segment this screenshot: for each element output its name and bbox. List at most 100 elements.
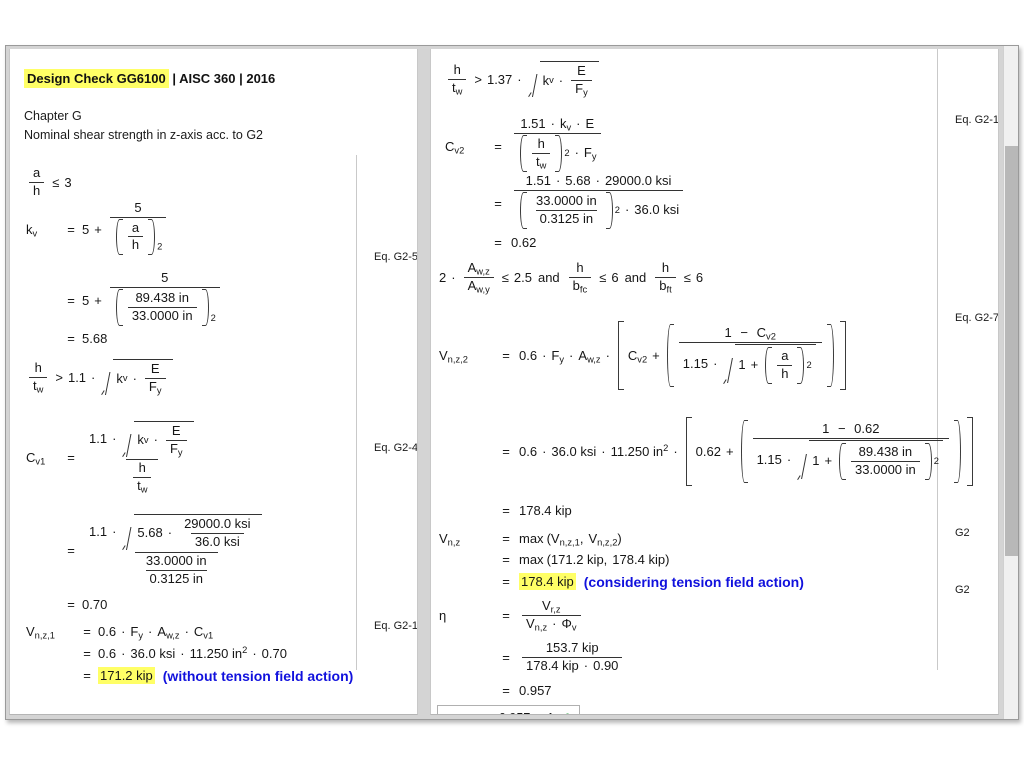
ratio-limit-1: 2.5 xyxy=(513,269,532,285)
equals-r5: = xyxy=(502,443,510,459)
paren-values: 89.438 in 33.0000 in xyxy=(115,288,209,326)
vertical-scrollbar[interactable] xyxy=(1003,46,1018,719)
page-right: h tw > 1.37 · kv · E Fy Cv2 = 1.51 · kv … xyxy=(430,49,999,715)
equals-3: = xyxy=(67,331,75,346)
kv-frac-den: a h 2 xyxy=(109,216,167,259)
cv1-formula: Cv1 = 1.1 · k v · E Fy h tw xyxy=(26,421,203,494)
title-rest: | AISC 360 | 2016 xyxy=(168,71,276,86)
eta-fraction: Vr,z Vn,z · Φv xyxy=(522,598,581,632)
vnz2-cv2-val: 0.62 xyxy=(695,443,721,459)
Fy-val: 36.0 ksi xyxy=(190,532,244,550)
vnz1-awz-val: 11.250 in xyxy=(189,646,243,661)
page-title: Design Check GG6100 | AISC 360 | 2016 xyxy=(24,69,276,88)
cv2-big-fraction: 1.51 · kv · E h tw 2 · Fy xyxy=(514,116,601,176)
vnz2-numeric: = 0.6 · 36.0 ksi · 11.250 in2 · 0.62 + 1… xyxy=(439,417,976,486)
eta-den-val-1: 178.4 kip xyxy=(526,657,579,673)
h-value: 33.0000 in xyxy=(127,306,197,324)
h-val: 33.0000 in xyxy=(145,552,207,568)
plus-2: + xyxy=(94,292,102,308)
E-val: 29000.0 ksi xyxy=(184,516,251,531)
eq-label-g2-11: Eq. G2-11 xyxy=(955,114,999,126)
equals-r12: = xyxy=(502,683,510,698)
equals-r1: = xyxy=(494,138,502,154)
frac-awz-awy: Aw,z Aw,y xyxy=(463,260,494,294)
paren-a-h: a h xyxy=(115,218,156,255)
frac-values: 89.438 in 33.0000 in xyxy=(127,289,197,324)
equals-r4: = xyxy=(502,347,510,363)
equals-r10: = xyxy=(502,607,510,623)
limit-value: 3 xyxy=(64,174,72,190)
page-right-content: h tw > 1.37 · kv · E Fy Cv2 = 1.51 · kv … xyxy=(431,49,998,714)
kv-base: 5 xyxy=(82,222,90,238)
fraction-a-h: a h xyxy=(29,165,45,199)
page-left-content: Design Check GG6100 | AISC 360 | 2016 Ch… xyxy=(10,49,417,714)
equals-9: = xyxy=(83,668,91,683)
a-value: 89.438 in xyxy=(135,289,189,305)
vnz-result: = 178.4 kip (considering tension field a… xyxy=(439,573,804,590)
bracket-tfa: Cv2 + 1 − Cv2 1.15 · 1 + a h 2 xyxy=(617,321,846,390)
equals-r6: = xyxy=(502,503,510,518)
eq-label-g2-4: Eq. G2-4 xyxy=(374,442,418,454)
tfa-fraction: 1 − Cv2 1.15 · 1 + a h 2 xyxy=(678,325,822,385)
ratio-condition: 2 · Aw,z Aw,y ≤ 2.5 and h bfc ≤ 6 and h … xyxy=(439,260,704,295)
equals-r3: = xyxy=(494,235,502,250)
and-2: and xyxy=(624,269,647,285)
document-frame: Design Check GG6100 | AISC 360 | 2016 Ch… xyxy=(5,45,1019,720)
cv2-numeric: = 1.51 · 5.68 · 29000.0 ksi 33.0000 in 0… xyxy=(445,173,686,233)
equals-r7: = xyxy=(502,531,510,546)
eta-symbol: η xyxy=(439,607,447,623)
equals-8: = xyxy=(83,646,91,661)
vnz1-numeric: = 0.6 · 36.0 ksi · 11.250 in2 · 0.70 xyxy=(26,645,287,661)
equals-r8: = xyxy=(502,552,510,567)
radical-sign xyxy=(102,359,113,396)
cv2-h-val: 33.0000 in xyxy=(536,192,597,208)
final-limit: 1 xyxy=(547,711,554,714)
frac-E-Fy: E Fy xyxy=(144,361,166,395)
kv-formula: kv = 5 + 5 a h 2 xyxy=(26,200,169,259)
equals-1: = xyxy=(67,222,75,238)
vnz2-symbol: Vn,z,2 xyxy=(439,347,468,365)
eq-label-g2-1: Eq. G2-1 xyxy=(374,620,418,632)
kv-result: = 5.68 xyxy=(26,331,107,346)
frac-h-bft: h bft xyxy=(655,260,676,294)
cv1-result: = 0.70 xyxy=(26,597,107,612)
exponent-2: 2 xyxy=(157,241,163,252)
kv-fraction: 5 a h 2 xyxy=(109,200,167,259)
final-eta-value: 0.957 xyxy=(499,711,530,714)
vnz1-result-note: (without tension field action) xyxy=(162,667,354,684)
final-equals: = xyxy=(473,711,499,714)
eta-den-val-2: 0.90 xyxy=(593,657,619,673)
vnz2-a-val: 89.438 in xyxy=(858,443,913,459)
eq-label-g2-5: Eq. G2-5 xyxy=(374,251,418,263)
cv1-numeric-fraction: 1.1 · 5.68 · 29000.0 ksi 36.0 ksi 33.000… xyxy=(85,514,268,587)
vnz-arg1-val: 171.2 kip xyxy=(550,552,604,567)
vnz1-result-value: 171.2 kip xyxy=(98,667,155,684)
coef-1-1: 1.1 xyxy=(67,369,87,385)
gt-operator: > xyxy=(55,369,63,385)
paren-right xyxy=(148,218,156,255)
cv2-tw-val: 0.3125 in xyxy=(535,209,598,227)
vnz1-formula: Vn,z,1 = 0.6 · Fy · Aw,z · Cv1 xyxy=(26,624,214,641)
eta-num-val: 153.7 kip xyxy=(545,640,599,655)
cv2-numeric-fraction: 1.51 · 5.68 · 29000.0 ksi 33.0000 in 0.3… xyxy=(514,173,684,233)
and-1: and xyxy=(537,269,560,285)
cv2-symbol: Cv2 xyxy=(445,138,465,156)
frac-h-tw-2: h tw xyxy=(448,62,467,96)
max-fn-1: max xyxy=(519,531,544,546)
margin-rule-left xyxy=(356,155,357,670)
vnz2-result: = 178.4 kip xyxy=(439,503,572,518)
cv2-fy-val: 36.0 ksi xyxy=(634,201,680,217)
plus-1: + xyxy=(94,222,102,238)
margin-rule-right xyxy=(937,49,938,670)
kv-fraction-num: 5 89.438 in 33.0000 in 2 xyxy=(109,270,220,330)
scrollbar-thumb[interactable] xyxy=(1005,146,1018,556)
paren-left xyxy=(115,218,123,255)
vnz1-symbol: Vn,z,1 xyxy=(26,624,55,641)
eq-label-g2-7: Eq. G2-7 xyxy=(955,312,999,324)
eq-label-g2-a: G2 xyxy=(955,527,970,539)
equals-6: = xyxy=(67,597,75,612)
tw-val: 0.3125 in xyxy=(145,569,208,587)
frac-den: h xyxy=(29,181,45,199)
eta-numeric: = 153.7 kip 178.4 kip · 0.90 xyxy=(439,640,625,674)
final-result-box: η = 0.957 ≤ 1 ✔ xyxy=(437,705,581,714)
